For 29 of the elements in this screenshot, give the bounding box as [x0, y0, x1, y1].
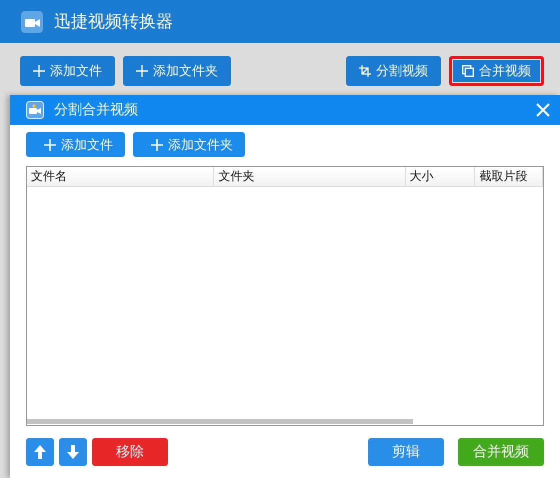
scrollbar[interactable]	[27, 419, 413, 424]
arrow-up-icon	[33, 444, 47, 460]
toolbar-button[interactable]: 添加文件	[20, 56, 115, 86]
dialog-title: 分割合并视频	[54, 101, 139, 119]
add-button[interactable]: 添加文件夹	[133, 132, 245, 157]
move-down-button[interactable]	[59, 438, 87, 466]
column-header[interactable]: 截取片段	[475, 167, 543, 186]
arrow-down-icon	[66, 444, 80, 460]
toolbar-button[interactable]: 合并视频	[449, 56, 544, 86]
window-title: 迅捷视频转换器	[54, 11, 173, 33]
crop-icon	[359, 65, 371, 77]
copy-icon	[462, 65, 474, 77]
plus-icon	[136, 65, 148, 77]
column-header[interactable]: 大小	[406, 167, 476, 186]
edit-button[interactable]: 剪辑	[368, 438, 444, 466]
move-up-button[interactable]	[26, 438, 54, 466]
close-icon[interactable]	[536, 103, 550, 117]
column-header[interactable]: 文件名	[27, 167, 214, 186]
toolbar-button[interactable]: 分割视频	[346, 56, 441, 86]
remove-button[interactable]: 移除	[92, 438, 168, 466]
toolbar-button[interactable]: 添加文件夹	[123, 56, 231, 86]
camera-icon	[20, 10, 44, 34]
plus-icon	[33, 65, 45, 77]
column-header[interactable]: 文件夹	[214, 167, 406, 186]
merge-button[interactable]: 合并视频	[458, 438, 544, 466]
camera-icon	[26, 101, 44, 119]
add-button[interactable]: 添加文件	[26, 132, 125, 157]
plus-icon	[151, 138, 163, 150]
plus-icon	[44, 138, 56, 150]
